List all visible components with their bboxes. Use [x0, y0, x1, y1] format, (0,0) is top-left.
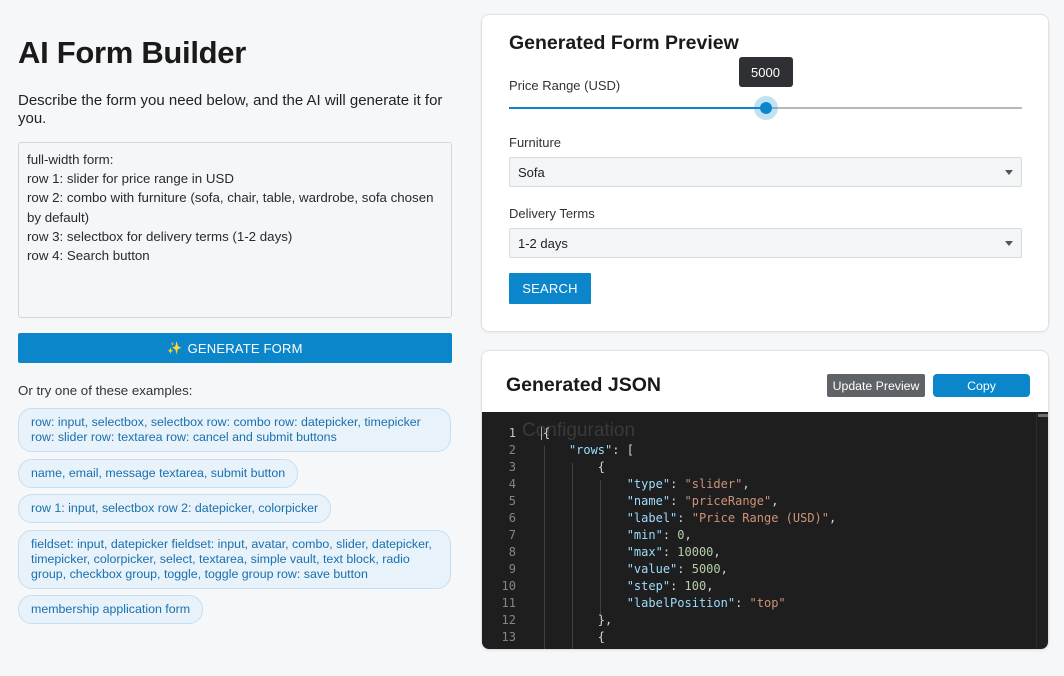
code-line: 7 "min": 0,: [508, 528, 692, 542]
slider-value-tooltip: 5000: [738, 57, 793, 87]
sparkle-icon: ✨: [167, 341, 183, 355]
furniture-selected-value: Sofa: [518, 164, 545, 180]
json-code-editor[interactable]: Configuration 1{ 2 "rows": [ 3 { 4 "type…: [482, 412, 1048, 649]
code-line: 13 {: [501, 630, 606, 644]
code-line: 11 "labelPosition": "top": [501, 596, 786, 610]
example-chip[interactable]: row: input, selectbox, selectbox row: co…: [18, 408, 451, 452]
chevron-down-icon: [1005, 169, 1013, 175]
code-line: 12 },: [501, 613, 613, 627]
price-range-slider[interactable]: 5000: [509, 57, 1022, 120]
intro-text: Describe the form you need below, and th…: [18, 92, 443, 127]
code-line: 5 "name": "priceRange",: [508, 494, 779, 508]
code-line: 1{: [508, 426, 551, 440]
search-button[interactable]: SEARCH: [509, 273, 591, 304]
code-line: 6 "label": "Price Range (USD)",: [508, 511, 837, 525]
example-chip[interactable]: fieldset: input, datepicker fieldset: in…: [18, 530, 451, 589]
prompt-textarea[interactable]: full-width form: row 1: slider for price…: [18, 142, 452, 318]
example-chip[interactable]: name, email, message textarea, submit bu…: [18, 459, 299, 488]
code-line: 3 {: [508, 460, 606, 474]
generate-form-label: GENERATE FORM: [187, 340, 303, 356]
price-range-label: Price Range (USD): [509, 78, 621, 93]
code-line: 10 "step": 100,: [501, 579, 714, 593]
example-chip[interactable]: row 1: input, selectbox row 2: datepicke…: [18, 494, 332, 523]
editor-scrollbar[interactable]: [1036, 412, 1048, 649]
slider-thumb[interactable]: [759, 102, 772, 114]
json-card: Generated JSON Update Preview Copy Confi…: [481, 350, 1049, 650]
json-title: Generated JSON: [506, 374, 661, 396]
page-title: AI Form Builder: [18, 35, 247, 70]
code-line: 2 "rows": [: [508, 443, 634, 457]
furniture-label: Furniture: [509, 135, 562, 150]
code-line: 9 "value": 5000,: [508, 562, 728, 576]
delivery-terms-select[interactable]: 1-2 days: [509, 228, 1022, 258]
chevron-down-icon: [1005, 240, 1013, 246]
code-line: 4 "type": "slider",: [508, 477, 750, 491]
example-chip[interactable]: membership application form: [18, 595, 204, 624]
scrollbar-thumb[interactable]: [1038, 414, 1048, 417]
delivery-selected-value: 1-2 days: [518, 235, 568, 251]
delivery-terms-label: Delivery Terms: [509, 206, 595, 221]
form-preview-card: Generated Form Preview Price Range (USD)…: [481, 14, 1049, 332]
copy-button[interactable]: Copy: [933, 374, 1030, 397]
preview-title: Generated Form Preview: [509, 32, 739, 54]
furniture-combo[interactable]: Sofa: [509, 157, 1022, 187]
slider-fill: [509, 107, 766, 109]
update-preview-button[interactable]: Update Preview: [827, 374, 925, 397]
examples-heading: Or try one of these examples:: [18, 383, 193, 398]
generate-form-button[interactable]: ✨ GENERATE FORM: [18, 333, 452, 363]
code-line: 8 "max": 10000,: [508, 545, 721, 559]
